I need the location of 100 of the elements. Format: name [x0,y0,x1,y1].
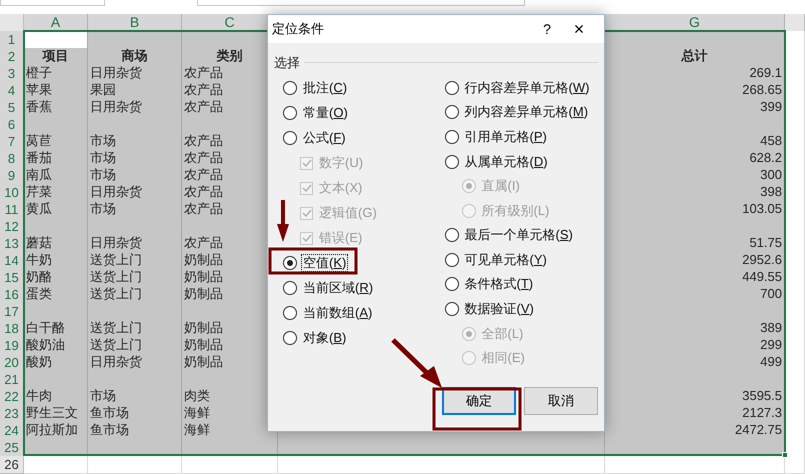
table-cell[interactable] [785,31,805,49]
radio-button[interactable] [444,154,458,169]
table-cell[interactable]: 酸奶油 [24,337,88,355]
table-cell[interactable]: 牛肉 [24,388,88,406]
radio-button[interactable] [444,252,458,267]
row-header[interactable]: 6 [0,116,24,134]
close-button[interactable]: × [562,16,596,42]
table-cell[interactable]: 市场 [88,388,182,406]
table-cell[interactable]: 458 [605,133,785,151]
corner-cell[interactable] [0,14,24,32]
row-header[interactable]: 21 [0,371,24,389]
table-cell[interactable] [785,456,805,474]
table-cell[interactable]: 总计 [605,48,785,66]
row-header[interactable]: 4 [0,82,24,100]
table-cell[interactable]: 398 [605,184,785,202]
table-cell[interactable]: 鱼市场 [88,405,182,423]
table-cell[interactable]: 日用杂货 [88,99,182,117]
radio-button[interactable] [444,277,458,292]
dialog-button[interactable]: 取消 [524,386,598,414]
row-header[interactable]: 16 [0,286,24,304]
table-cell[interactable]: 黄瓜 [24,201,88,219]
table-cell[interactable]: 蛋类 [24,286,88,304]
row-header[interactable]: 13 [0,235,24,253]
table-cell[interactable] [24,456,88,474]
row-header[interactable]: 22 [0,388,24,406]
row-header[interactable]: 8 [0,150,24,168]
radio-button[interactable] [283,256,297,270]
table-cell[interactable]: 阿拉斯加 [24,422,88,440]
row-header[interactable]: 1 [0,31,24,49]
table-cell[interactable]: 399 [605,99,785,117]
table-cell[interactable]: 日用杂货 [88,354,182,372]
table-cell[interactable]: 300 [605,167,785,185]
table-cell[interactable]: 橙子 [24,65,88,83]
table-cell[interactable] [88,456,182,474]
row-header[interactable]: 26 [0,456,24,474]
fill-handle[interactable] [782,452,788,458]
table-cell[interactable]: 市场 [88,150,182,168]
table-cell[interactable]: 700 [605,286,785,304]
table-cell[interactable]: 果园 [88,82,182,100]
radio-button[interactable] [283,331,297,345]
table-cell[interactable]: 送货上门 [88,320,182,338]
radio-button[interactable] [283,131,297,145]
table-cell[interactable]: 白干酪 [24,320,88,338]
table-cell[interactable]: 奶酪 [24,269,88,287]
table-cell[interactable]: 269.1 [605,65,785,83]
table-cell[interactable] [605,456,785,474]
table-cell[interactable]: 449.55 [605,269,785,287]
row-header[interactable]: 5 [0,99,24,117]
table-cell[interactable]: 送货上门 [88,269,182,287]
table-cell[interactable] [278,456,605,474]
table-cell[interactable]: 苹果 [24,82,88,100]
table-cell[interactable]: 3595.5 [605,388,785,406]
table-cell[interactable]: 送货上门 [88,286,182,304]
radio-button[interactable] [283,106,297,120]
radio-button[interactable] [283,306,297,320]
table-cell[interactable]: 送货上门 [88,252,182,270]
table-cell[interactable] [182,456,278,474]
table-cell[interactable]: 2127.3 [605,405,785,423]
table-cell[interactable]: 2952.6 [605,252,785,270]
table-cell[interactable]: 南瓜 [24,167,88,185]
table-cell[interactable]: 389 [605,320,785,338]
radio-button[interactable] [283,81,297,95]
help-button[interactable]: ? [532,18,562,40]
table-cell[interactable]: 268.65 [605,82,785,100]
row-header[interactable]: 23 [0,405,24,423]
table-cell[interactable]: 项目 [24,48,88,66]
table-cell[interactable]: 番茄 [24,150,88,168]
table-cell[interactable]: 野生三文 [24,405,88,423]
radio-button[interactable] [444,302,458,316]
row-header[interactable]: 7 [0,133,24,151]
row-header[interactable]: 17 [0,303,24,321]
table-cell[interactable]: 日用杂货 [88,65,182,83]
table-cell[interactable]: 日用杂货 [88,184,182,202]
table-cell[interactable]: 市场 [88,133,182,151]
table-cell[interactable]: 芹菜 [24,184,88,202]
row-header[interactable]: 10 [0,184,24,202]
table-cell[interactable]: 市场 [88,201,182,219]
row-header[interactable]: 15 [0,269,24,287]
table-cell[interactable]: 酸奶 [24,354,88,372]
table-cell[interactable]: 送货上门 [88,337,182,355]
table-cell[interactable]: 香蕉 [24,99,88,117]
table-cell[interactable]: 103.05 [605,201,785,219]
row-header[interactable]: 24 [0,422,24,440]
radio-button[interactable] [444,105,458,120]
table-cell[interactable]: 市场 [88,167,182,185]
table-cell[interactable]: 499 [605,354,785,372]
radio-button[interactable] [283,281,297,295]
radio-button[interactable] [444,80,458,95]
row-header[interactable]: 2 [0,48,24,66]
row-header[interactable]: 20 [0,354,24,372]
table-cell[interactable]: 628.2 [605,150,785,168]
row-header[interactable]: 19 [0,337,24,355]
table-cell[interactable]: 日用杂货 [88,235,182,253]
table-cell[interactable]: 蘑菇 [24,235,88,253]
row-header[interactable]: 18 [0,320,24,338]
table-cell[interactable]: 商场 [88,48,182,66]
table-cell[interactable]: 牛奶 [24,252,88,270]
row-header[interactable]: 3 [0,65,24,83]
row-header[interactable]: 14 [0,252,24,270]
table-cell[interactable]: 2472.75 [605,422,785,440]
